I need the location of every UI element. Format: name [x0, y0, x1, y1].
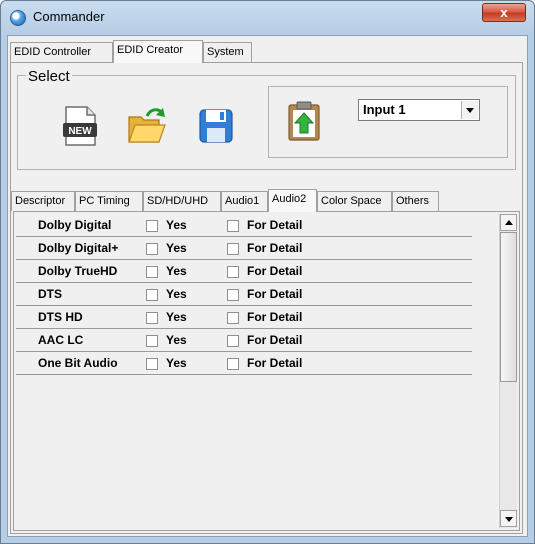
yes-label: Yes: [166, 241, 187, 255]
audio-row-dts: DTS Yes For Detail: [16, 283, 472, 306]
for-detail-label: For Detail: [247, 218, 303, 232]
for-detail-label: For Detail: [247, 356, 303, 370]
for-detail-checkbox[interactable]: [227, 358, 239, 370]
for-detail-checkbox[interactable]: [227, 289, 239, 301]
select-group-label: Select: [26, 68, 72, 85]
yes-checkbox[interactable]: [146, 358, 158, 370]
yes-label: Yes: [166, 264, 187, 278]
yes-checkbox[interactable]: [146, 312, 158, 324]
audio-format-label: AAC LC: [38, 333, 84, 347]
audio-format-label: One Bit Audio: [38, 356, 118, 370]
for-detail-label: For Detail: [247, 287, 303, 301]
commander-window: Commander x EDID Controller EDID Creator…: [0, 0, 535, 544]
input-select-value: Input 1: [363, 102, 406, 117]
tab-descriptor[interactable]: Descriptor: [11, 191, 75, 211]
for-detail-checkbox[interactable]: [227, 266, 239, 278]
yes-checkbox[interactable]: [146, 243, 158, 255]
for-detail-label: For Detail: [247, 333, 303, 347]
yes-label: Yes: [166, 218, 187, 232]
tab-pc-timing[interactable]: PC Timing: [75, 191, 143, 211]
audio-row-dolby-digital-plus: Dolby Digital+ Yes For Detail: [16, 237, 472, 260]
yes-label: Yes: [166, 287, 187, 301]
chevron-down-icon[interactable]: [461, 101, 478, 119]
vertical-scrollbar[interactable]: [499, 214, 517, 528]
for-detail-label: For Detail: [247, 310, 303, 324]
tab-audio1[interactable]: Audio1: [221, 191, 268, 211]
floppy-disk-icon: [199, 109, 233, 143]
yes-label: Yes: [166, 356, 187, 370]
client-area: EDID Controller EDID Creator System Sele…: [7, 35, 528, 537]
for-detail-checkbox[interactable]: [227, 243, 239, 255]
new-badge-text: NEW: [68, 126, 92, 137]
tab-sd-hd-uhd[interactable]: SD/HD/UHD: [143, 191, 221, 211]
input-select[interactable]: Input 1: [358, 99, 480, 121]
for-detail-label: For Detail: [247, 264, 303, 278]
audio-row-dolby-truehd: Dolby TrueHD Yes For Detail: [16, 260, 472, 283]
tab-audio2[interactable]: Audio2: [268, 189, 317, 212]
audio-format-label: Dolby TrueHD: [38, 264, 118, 278]
for-detail-checkbox[interactable]: [227, 312, 239, 324]
tab-color-space[interactable]: Color Space: [317, 191, 392, 211]
tab-system[interactable]: System: [203, 42, 252, 62]
tab-others[interactable]: Others: [392, 191, 439, 211]
scroll-down-arrow-icon[interactable]: [500, 510, 517, 527]
yes-label: Yes: [166, 333, 187, 347]
open-folder-icon: [128, 108, 166, 143]
audio-row-one-bit-audio: One Bit Audio Yes For Detail: [16, 352, 472, 375]
audio-row-dts-hd: DTS HD Yes For Detail: [16, 306, 472, 329]
audio-format-list: Dolby Digital Yes For Detail Dolby Digit…: [16, 214, 499, 528]
yes-checkbox[interactable]: [146, 220, 158, 232]
window-title: Commander: [33, 9, 105, 24]
yes-checkbox[interactable]: [146, 289, 158, 301]
clipboard-upload-icon: [288, 101, 320, 141]
tab-edid-controller[interactable]: EDID Controller: [10, 42, 113, 62]
title-bar[interactable]: Commander x: [1, 1, 534, 35]
paste-button[interactable]: [282, 99, 326, 143]
select-group: Select NEW Input 1: [17, 68, 516, 170]
tab-edid-creator[interactable]: EDID Creator: [113, 40, 203, 63]
for-detail-checkbox[interactable]: [227, 335, 239, 347]
new-button[interactable]: NEW: [58, 104, 102, 148]
yes-checkbox[interactable]: [146, 335, 158, 347]
audio-format-label: Dolby Digital+: [38, 241, 119, 255]
save-button[interactable]: [194, 104, 238, 148]
yes-label: Yes: [166, 310, 187, 324]
for-detail-label: For Detail: [247, 241, 303, 255]
audio-format-label: DTS HD: [38, 310, 83, 324]
new-file-icon: NEW: [63, 106, 97, 146]
audio2-panel: Dolby Digital Yes For Detail Dolby Digit…: [13, 211, 520, 531]
scrollbar-thumb[interactable]: [500, 232, 517, 382]
open-button[interactable]: [125, 104, 169, 148]
input-group: Input 1: [268, 86, 508, 158]
audio-row-aac-lc: AAC LC Yes For Detail: [16, 329, 472, 352]
edid-creator-panel: Select NEW Input 1 Descriptor PC Timing …: [10, 62, 523, 534]
scroll-up-arrow-icon[interactable]: [500, 214, 517, 231]
app-icon: [10, 10, 26, 26]
yes-checkbox[interactable]: [146, 266, 158, 278]
audio-row-dolby-digital: Dolby Digital Yes For Detail: [16, 214, 472, 237]
audio-format-label: DTS: [38, 287, 62, 301]
for-detail-checkbox[interactable]: [227, 220, 239, 232]
close-button[interactable]: x: [482, 3, 526, 22]
audio-format-label: Dolby Digital: [38, 218, 112, 232]
